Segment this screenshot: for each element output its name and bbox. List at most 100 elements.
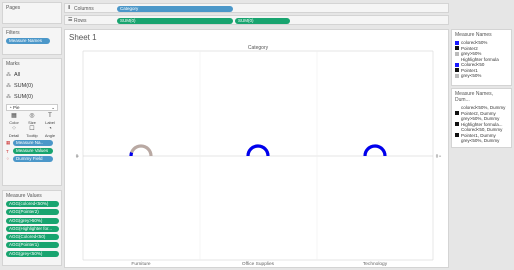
- legend-swatch: [455, 139, 459, 143]
- donut-group: [129, 144, 387, 157]
- measure-value-pill[interactable]: AGG(Pointer1): [6, 242, 59, 249]
- blue-segment: [246, 144, 270, 157]
- pages-panel: Pages: [2, 2, 62, 24]
- size-button[interactable]: ◎ Size: [23, 113, 41, 125]
- marks-card-icon: ⁂: [6, 71, 11, 78]
- rows-pill-2[interactable]: SUM(0): [235, 17, 290, 24]
- marks-card-2[interactable]: ⁂ SUM(0): [3, 91, 61, 102]
- columns-label: Columns: [74, 6, 94, 12]
- filters-panel: Filters Measure Names: [2, 27, 62, 55]
- mark-pill-row: T Measure Values: [6, 148, 58, 154]
- legend1-items: colored<50% Pointer2 grey>50% Highlighter f…: [452, 40, 511, 79]
- measure-value-pill[interactable]: AGG(Pointer2): [6, 209, 59, 216]
- label-button[interactable]: T Label: [41, 113, 59, 125]
- legend-item[interactable]: grey<50%, Dummy: [455, 138, 508, 144]
- columns-shelf: ⦀ Columns Category: [64, 3, 449, 13]
- legend-measure-names: Measure Names colored<50% Pointer2 grey>50…: [451, 29, 512, 86]
- tooltip-label: Tooltip: [26, 133, 38, 138]
- label-icon: T: [48, 113, 52, 119]
- legend-swatch: [455, 117, 459, 121]
- detail-label: Detail: [8, 133, 20, 138]
- measure-value-pill[interactable]: AGG(Highlighter for...: [6, 225, 59, 232]
- color-button[interactable]: ▦ Color: [5, 113, 23, 125]
- label-label: Label: [45, 120, 55, 125]
- angle-label: Angle: [44, 133, 56, 138]
- marks-title: Marks: [6, 61, 20, 67]
- legend2-title: Measure Names, Dum...: [455, 91, 494, 103]
- marks-cards: ⁂ All ⁂ SUM(0) ⁂ SUM(0): [3, 69, 61, 102]
- encoding-icon: ▦: [6, 140, 11, 145]
- mark-pill-measure-na[interactable]: Measure Na..: [13, 140, 53, 146]
- filter-pill-measure-names[interactable]: Measure Names: [6, 38, 50, 44]
- marks-card-label: SUM(0): [14, 93, 33, 100]
- grey-segment: [129, 144, 153, 157]
- mark-type-value: Pie: [12, 105, 20, 110]
- rows-pill-1[interactable]: SUM(0): [117, 17, 233, 24]
- category-label-technology: Technology: [363, 261, 388, 267]
- measure-value-pill[interactable]: AGG(grey<50%): [6, 250, 59, 257]
- legend-swatch: [455, 51, 459, 56]
- encoding-icon: ⁘: [6, 156, 10, 161]
- legend-label: grey<50%: [461, 73, 482, 78]
- measure-values-panel: Measure Values AGG(colored<50%) AGG(Point…: [2, 190, 62, 266]
- category-labels: Furniture Office Supplies Technology: [131, 261, 387, 267]
- columns-icon: ⦀: [68, 5, 71, 11]
- rows-shelf: ☰ Rows SUM(0) SUM(0): [64, 15, 449, 25]
- blue-segment: [129, 152, 134, 157]
- mark-pill-dummy-field[interactable]: Dummy Field: [13, 156, 53, 162]
- legend-swatch: [455, 128, 459, 132]
- pages-title: Pages: [6, 5, 21, 11]
- measure-value-pill[interactable]: AGG(Colored<50): [6, 234, 59, 241]
- category-label-office-supplies: Office Supplies: [242, 261, 275, 267]
- viz: Category 0 0 ≡ ≡ Furniture Office Supplie…: [76, 45, 442, 267]
- size-label: Size: [28, 120, 36, 125]
- sheet-canvas: Sheet 1 Category 0 0 ≡ ≡ Furniture Office…: [64, 29, 449, 268]
- detail-button[interactable]: ⁘ Detail: [5, 126, 23, 138]
- angle-icon: ◔: [48, 126, 52, 132]
- marks-card-1[interactable]: ⁂ SUM(0): [3, 80, 61, 91]
- mark-pill-row: ▦ Measure Na..: [6, 140, 58, 146]
- legend-swatch: [455, 68, 459, 73]
- marks-card-0[interactable]: ⁂ All: [3, 69, 61, 80]
- color-label: Color: [9, 120, 19, 125]
- rows-icon: ☰: [68, 17, 73, 23]
- legend-swatch: [455, 111, 459, 116]
- mark-type-select[interactable]: ◔ Pie ⌄: [6, 104, 58, 111]
- legend-swatch: [455, 122, 459, 127]
- mark-pills: ▦ Measure Na.. T Measure Values ⁘ Dummy Field: [3, 139, 61, 165]
- donut-office-supplies[interactable]: [246, 144, 270, 157]
- legend-swatch: [455, 40, 459, 45]
- legend-swatch: [455, 133, 459, 138]
- legend-swatch: [455, 57, 459, 61]
- marks-card-label: All: [14, 71, 21, 78]
- filters-title: Filters: [6, 30, 20, 36]
- donut-technology[interactable]: [363, 144, 387, 157]
- legend-label: grey<50%, Dummy: [461, 138, 500, 143]
- detail-icon: ⁘: [11, 126, 17, 132]
- legend-item[interactable]: grey<50%: [455, 73, 508, 79]
- rows-label: Rows: [74, 18, 87, 24]
- tooltip-icon: ☐: [29, 126, 35, 132]
- mark-pill-measure-values[interactable]: Measure Values: [13, 148, 53, 154]
- color-icon: ▦: [11, 113, 17, 119]
- measure-values-title: Measure Values: [6, 193, 42, 199]
- legend2-items: colored<50%, Dummy Pointer2, Dummy grey>50…: [452, 105, 511, 144]
- category-header: Category: [248, 45, 269, 51]
- measure-values-list: AGG(colored<50%) AGG(Pointer2) AGG(grey>50…: [3, 201, 61, 257]
- right-axis-arrows: ≡: [439, 154, 442, 159]
- angle-button[interactable]: ◔ Angle: [41, 126, 59, 138]
- marks-card-label: SUM(0): [14, 82, 33, 89]
- measure-value-pill[interactable]: AGG(colored<50%): [6, 201, 59, 207]
- blue-segment: [363, 144, 387, 157]
- columns-pill-category[interactable]: Category: [117, 5, 233, 12]
- donut-furniture[interactable]: [129, 144, 153, 157]
- chevron-down-icon: ⌄: [51, 105, 55, 110]
- legend1-title: Measure Names: [455, 32, 492, 38]
- tooltip-button[interactable]: ☐ Tooltip: [23, 126, 41, 138]
- measure-value-pill[interactable]: AGG(grey>50%): [6, 217, 59, 224]
- marks-card-icon: ⁂: [6, 82, 11, 89]
- legend-swatch: [455, 73, 459, 78]
- size-icon: ◎: [29, 113, 35, 119]
- legend-swatch: [455, 106, 459, 110]
- left-axis-arrows: ≡: [77, 154, 80, 159]
